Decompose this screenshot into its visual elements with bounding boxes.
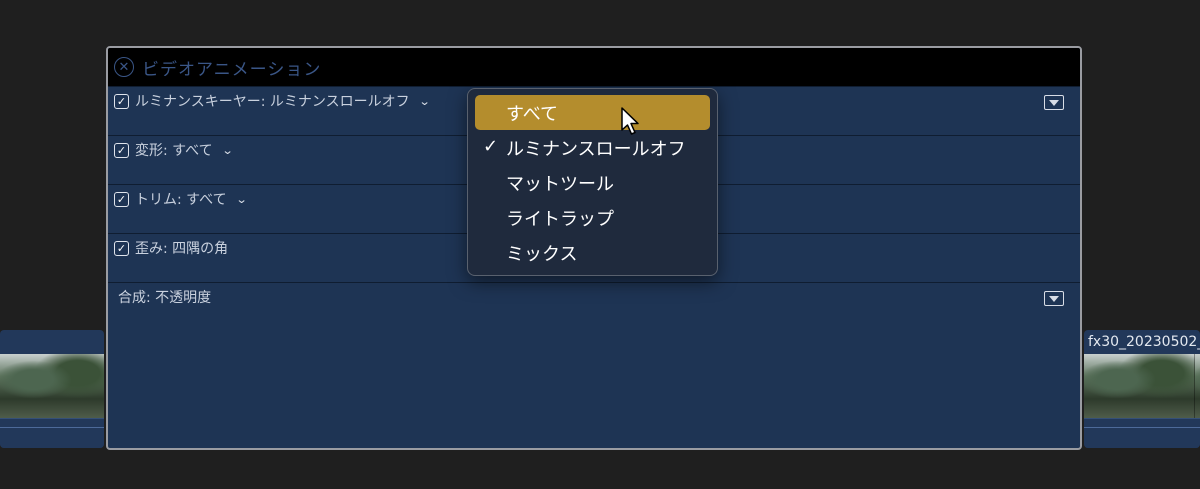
row-label: ルミナンスキーヤー: ルミナンスロールオフ <box>135 94 410 110</box>
clip-audio-area <box>1084 418 1200 448</box>
disclosure-triangle-icon[interactable] <box>1044 291 1064 306</box>
menu-item-label: すべて <box>506 103 559 125</box>
menu-item-mix[interactable]: ミックス <box>475 235 710 270</box>
checkmark-icon: ✓ <box>483 136 499 157</box>
close-circle-icon[interactable]: ✕ <box>114 57 134 77</box>
checkbox-checked-icon[interactable]: ✓ <box>114 240 129 256</box>
menu-item-label: ライトラップ <box>506 208 614 230</box>
timeline-clip-left[interactable] <box>0 330 104 448</box>
menu-item-light-wrap[interactable]: ライトラップ <box>475 200 710 235</box>
disclosure-triangle-icon[interactable] <box>1044 95 1064 110</box>
anim-row-compositing: 合成: 不透明度 <box>108 282 1080 331</box>
menu-item-luma-rolloff[interactable]: ✓ ルミナンスロールオフ <box>475 130 710 165</box>
menu-item-all[interactable]: すべて <box>475 95 710 130</box>
row-label: トリム: すべて <box>135 192 227 208</box>
clip-filmstrip <box>0 354 104 418</box>
row-label: 歪み: 四隅の角 <box>135 241 229 257</box>
checkbox-checked-icon[interactable]: ✓ <box>114 142 129 158</box>
menu-item-label: ミックス <box>506 243 578 265</box>
timeline-clip-right[interactable]: fx30_20230502_1451 <box>1084 330 1200 448</box>
chevron-down-icon[interactable]: ⌄ <box>418 95 430 108</box>
menu-item-matte-tools[interactable]: マットツール <box>475 165 710 200</box>
video-animation-header: ✕ ビデオアニメーション <box>108 48 1080 86</box>
row-label: 変形: すべて <box>135 143 213 159</box>
clip-filmstrip <box>1084 354 1200 418</box>
clip-name: fx30_20230502_1451 <box>1088 334 1200 350</box>
menu-item-label: マットツール <box>506 173 614 195</box>
effect-parameter-dropdown: すべて ✓ ルミナンスロールオフ マットツール ライトラップ ミックス <box>467 88 718 276</box>
checkbox-checked-icon[interactable]: ✓ <box>114 93 129 109</box>
video-animation-title: ビデオアニメーション <box>142 59 322 80</box>
checkbox-checked-icon[interactable]: ✓ <box>114 191 129 207</box>
clip-audio-area <box>0 418 104 448</box>
chevron-down-icon[interactable]: ⌄ <box>221 144 233 157</box>
row-label: 合成: 不透明度 <box>118 290 212 306</box>
chevron-down-icon[interactable]: ⌄ <box>235 193 247 206</box>
pointer-cursor-icon <box>621 107 639 135</box>
menu-item-label: ルミナンスロールオフ <box>506 138 686 160</box>
